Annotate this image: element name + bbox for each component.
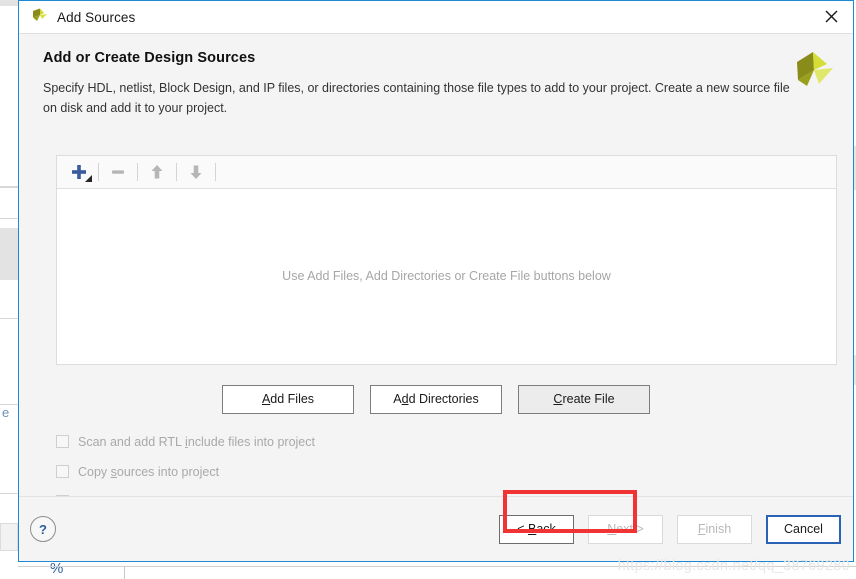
background-divider-1 — [0, 186, 18, 188]
toolbar-separator — [137, 162, 138, 181]
dialog-title: Add Sources — [57, 9, 136, 25]
add-files-label: Add Files — [261, 392, 315, 406]
background-edge-label: e — [2, 405, 10, 420]
background-panel-lower — [0, 523, 18, 551]
empty-list-message: Use Add Files, Add Directories or Create… — [57, 188, 836, 364]
finish-button[interactable]: Finish — [677, 514, 752, 544]
navigation-buttons: < Back Next > Finish Cancel — [499, 514, 841, 544]
close-x-glyph — [825, 10, 837, 23]
background-divider-2 — [0, 218, 18, 219]
dialog-footer: ? < Back Next > Finish Cancel — [19, 496, 853, 561]
arrow-down-icon — [190, 165, 202, 179]
scan-rtl-include-checkbox[interactable]: Scan and add RTL include files into proj… — [56, 429, 315, 455]
cancel-button[interactable]: Cancel — [766, 514, 841, 544]
page-title: Add or Create Design Sources — [43, 50, 256, 66]
move-up-button[interactable] — [143, 159, 171, 185]
add-directories-label: Add Directories — [393, 392, 479, 406]
xilinx-logo-icon — [797, 52, 833, 86]
add-sources-dialog: Add Sources Add or Create Design Sources… — [18, 0, 854, 562]
copy-sources-checkbox[interactable]: Copy sources into project — [56, 459, 315, 485]
dialog-body: Use Add Files, Add Directories or Create… — [19, 128, 853, 533]
checkbox-box — [56, 435, 69, 448]
help-icon: ? — [39, 521, 47, 537]
move-down-button[interactable] — [182, 159, 210, 185]
close-icon[interactable] — [809, 1, 853, 32]
next-button[interactable]: Next > — [588, 514, 663, 544]
remove-button[interactable] — [104, 159, 132, 185]
arrow-up-icon — [151, 164, 163, 178]
cancel-label: Cancel — [784, 522, 823, 536]
source-list-panel: Use Add Files, Add Directories or Create… — [56, 154, 837, 365]
finish-label: Finish — [697, 522, 732, 536]
add-directories-button[interactable]: Add Directories — [370, 384, 502, 414]
background-divider-3 — [0, 318, 18, 319]
toolbar-separator — [215, 162, 216, 181]
background-percent-glyph: % — [50, 560, 64, 577]
dropdown-triangle-icon — [85, 174, 92, 182]
source-toolbar — [57, 155, 836, 189]
back-button[interactable]: < Back — [499, 514, 574, 544]
vivado-logo-icon — [33, 8, 47, 21]
checkbox-box — [56, 465, 69, 478]
toolbar-separator — [98, 162, 99, 181]
minus-icon — [112, 169, 124, 174]
page-description: Specify HDL, netlist, Block Design, and … — [43, 81, 790, 116]
add-files-button[interactable]: Add Files — [222, 384, 354, 414]
dialog-titlebar: Add Sources — [19, 1, 853, 33]
help-button[interactable]: ? — [30, 516, 56, 542]
back-label: < Back — [517, 522, 556, 536]
dialog-header: Add or Create Design Sources Specify HDL… — [19, 33, 853, 129]
create-file-button[interactable]: Create File — [518, 384, 650, 414]
background-selection-row — [0, 228, 18, 280]
action-button-row: Add Files Add Directories Create File — [19, 384, 853, 414]
create-file-label: Create File — [553, 392, 615, 406]
background-divider-5 — [0, 493, 18, 494]
toolbar-separator — [176, 162, 177, 181]
copy-sources-label: Copy sources into project — [78, 464, 220, 479]
background-bottom-tick — [124, 566, 125, 579]
background-bottom-rule — [18, 566, 856, 567]
scan-rtl-include-label: Scan and add RTL include files into proj… — [78, 434, 315, 449]
background-strip-upper — [0, 0, 18, 6]
next-label: Next > — [607, 522, 644, 536]
add-button[interactable] — [65, 159, 93, 185]
